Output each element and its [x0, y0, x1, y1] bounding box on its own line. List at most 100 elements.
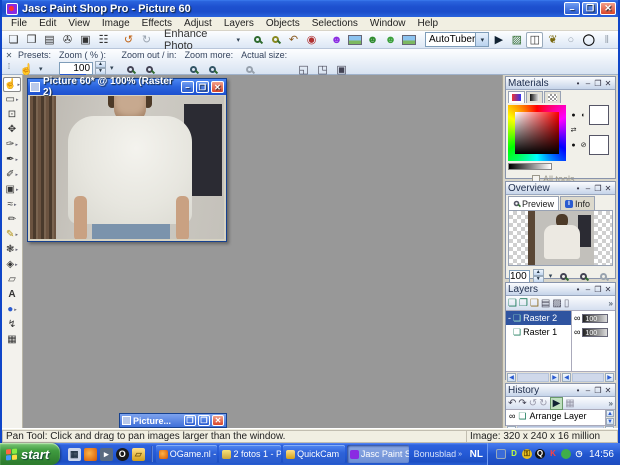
- crop-tool[interactable]: ⊡: [3, 107, 21, 122]
- landscape-image-icon[interactable]: [346, 32, 363, 48]
- quick-undo-icon[interactable]: ↶: [285, 32, 302, 48]
- overview-zoom-input[interactable]: 100: [509, 270, 530, 283]
- materials-header[interactable]: Materials • – ❐ ✕: [506, 77, 615, 90]
- background-transparency-icon[interactable]: ⊘: [579, 141, 588, 149]
- print-icon[interactable]: ☷: [95, 32, 112, 48]
- minimized-maximize-button[interactable]: ❐: [198, 415, 210, 426]
- more-buttons-icon[interactable]: »: [609, 299, 613, 308]
- show-desktop-icon[interactable]: ▦: [68, 448, 81, 461]
- scroll-left-icon[interactable]: ◀: [507, 373, 516, 382]
- step-script-icon[interactable]: ❦: [544, 32, 561, 48]
- task-paintshop[interactable]: Jasc Paint S...: [347, 445, 409, 463]
- preview-tab[interactable]: Preview: [508, 196, 559, 210]
- greyscale-bar[interactable]: [508, 163, 552, 170]
- maximize-button[interactable]: ❐: [582, 2, 598, 15]
- clock-sync-icon[interactable]: ◷: [574, 449, 584, 459]
- new-art-media-layer-icon[interactable]: ❑: [530, 298, 539, 309]
- pin-icon[interactable]: •: [573, 285, 583, 294]
- key-icon[interactable]: ⚿: [522, 449, 532, 459]
- info-tab[interactable]: i Info: [560, 196, 595, 210]
- new-icon[interactable]: ❏: [5, 32, 22, 48]
- pin-icon[interactable]: •: [573, 386, 583, 395]
- visibility-icon[interactable]: ∞: [574, 313, 580, 323]
- image-close-button[interactable]: ✕: [211, 81, 224, 93]
- minimized-image-window[interactable]: Picture... ❐ ❐ ✕: [119, 413, 227, 428]
- image-window-titlebar[interactable]: Picture 60* @ 100% (Raster 2) – ❐ ✕: [28, 79, 226, 95]
- close-panel-icon[interactable]: ✕: [603, 285, 613, 294]
- zoom-dropdown-icon[interactable]: ▾: [110, 64, 114, 72]
- history-header[interactable]: History • – ❐ ✕: [506, 384, 615, 397]
- foreground-style-icon[interactable]: ●: [569, 112, 578, 119]
- script-output-icon[interactable]: ◫: [526, 32, 543, 48]
- enhance-photo-button[interactable]: Enhance Photo ▾: [163, 32, 241, 48]
- palette-grip[interactable]: ✕ ⁞: [2, 49, 16, 74]
- undo-to-here-icon[interactable]: ↶: [508, 398, 516, 409]
- image-window[interactable]: Picture 60* @ 100% (Raster 2) – ❐ ✕: [27, 78, 227, 242]
- folder-icon[interactable]: ▱: [132, 448, 145, 461]
- pattern-tab[interactable]: [544, 91, 561, 103]
- scratch-remover-tool[interactable]: ≈▸: [3, 197, 21, 212]
- image-minimize-button[interactable]: –: [181, 81, 194, 93]
- new-mask-layer-icon[interactable]: ▨: [552, 298, 561, 309]
- edit-script-icon[interactable]: ▨: [508, 32, 525, 48]
- visibility-icon[interactable]: ∞: [574, 327, 580, 337]
- spin-up-icon[interactable]: ▲: [95, 61, 106, 68]
- save-icon[interactable]: ▣: [77, 32, 94, 48]
- overview-zoom-stepper[interactable]: ▲ ▼: [533, 269, 544, 283]
- browse-icon[interactable]: ▤: [41, 32, 58, 48]
- zoom-input[interactable]: 100: [59, 62, 93, 75]
- start-button[interactable]: start: [0, 443, 60, 465]
- history-redo-icon[interactable]: ↻: [539, 398, 547, 409]
- airbrush-tool[interactable]: ✏: [3, 212, 21, 227]
- eraser-tool[interactable]: ▱: [3, 272, 21, 287]
- maximize-panel-icon[interactable]: ❐: [593, 79, 603, 88]
- close-panel-icon[interactable]: ✕: [603, 184, 613, 193]
- purple-person-icon[interactable]: ☻: [328, 32, 345, 48]
- menu-view[interactable]: View: [63, 18, 95, 29]
- spin-up-icon[interactable]: ▲: [533, 269, 544, 276]
- history-undo-icon[interactable]: ↺: [529, 398, 537, 409]
- undo-icon[interactable]: ↺: [120, 32, 137, 48]
- visibility-icon[interactable]: ∞: [509, 411, 515, 421]
- scroll-left-icon[interactable]: ◀: [562, 373, 571, 382]
- layers-header[interactable]: Layers • – ❐ ✕: [506, 283, 615, 296]
- chevron-down-icon[interactable]: ▾: [475, 33, 488, 46]
- pen-tool[interactable]: ↯: [3, 317, 21, 332]
- new-vector-layer-icon[interactable]: ❐: [519, 298, 528, 309]
- menu-help[interactable]: Help: [412, 18, 443, 29]
- paint-brush-tool[interactable]: ✐▸: [3, 167, 21, 182]
- move-tool[interactable]: ✥: [3, 122, 21, 137]
- minimize-panel-icon[interactable]: –: [583, 386, 593, 395]
- spin-down-icon[interactable]: ▼: [95, 68, 106, 75]
- toolbar-chevron-icon[interactable]: »: [458, 451, 462, 458]
- overview-header[interactable]: Overview • – ❐ ✕: [506, 182, 615, 195]
- close-panel-icon[interactable]: ✕: [603, 386, 613, 395]
- color-picker[interactable]: [508, 105, 566, 161]
- language-indicator[interactable]: NL: [470, 449, 483, 460]
- delete-layer-icon[interactable]: ▯: [564, 298, 570, 309]
- task-bonusblad[interactable]: Bonusblad »: [411, 445, 465, 463]
- flood-fill-tool[interactable]: ◈▸: [3, 257, 21, 272]
- maximize-panel-icon[interactable]: ❐: [593, 386, 603, 395]
- menu-file[interactable]: File: [6, 18, 32, 29]
- dropper-tool[interactable]: ✑▸: [3, 137, 21, 152]
- minimized-close-button[interactable]: ✕: [212, 415, 224, 426]
- layer-row[interactable]: - ❏ Raster 1: [506, 325, 571, 339]
- scroll-up-icon[interactable]: ▲: [606, 410, 614, 417]
- layer-row[interactable]: - ❏ Raster 2: [506, 311, 571, 325]
- record-off-icon[interactable]: ○: [562, 32, 579, 48]
- tree-toggle[interactable]: -: [508, 313, 511, 323]
- history-entry[interactable]: ∞ ❏ Arrange Layer: [506, 410, 615, 422]
- menu-window[interactable]: Window: [365, 18, 411, 29]
- menu-edit[interactable]: Edit: [34, 18, 61, 29]
- zoom-sparkle2-icon[interactable]: [267, 32, 284, 48]
- open-icon[interactable]: ❒: [23, 32, 40, 48]
- maximize-panel-icon[interactable]: ❐: [593, 285, 603, 294]
- preset-shape-tool[interactable]: ●▸: [3, 302, 21, 317]
- red-eye-icon[interactable]: ◉: [303, 32, 320, 48]
- background-style-icon[interactable]: ●: [569, 142, 578, 149]
- messenger-icon[interactable]: [561, 449, 571, 459]
- clone-brush-tool[interactable]: ▣▸: [3, 182, 21, 197]
- green-person-icon[interactable]: ☻: [364, 32, 381, 48]
- task-quickcam[interactable]: QuickCam: [283, 445, 345, 463]
